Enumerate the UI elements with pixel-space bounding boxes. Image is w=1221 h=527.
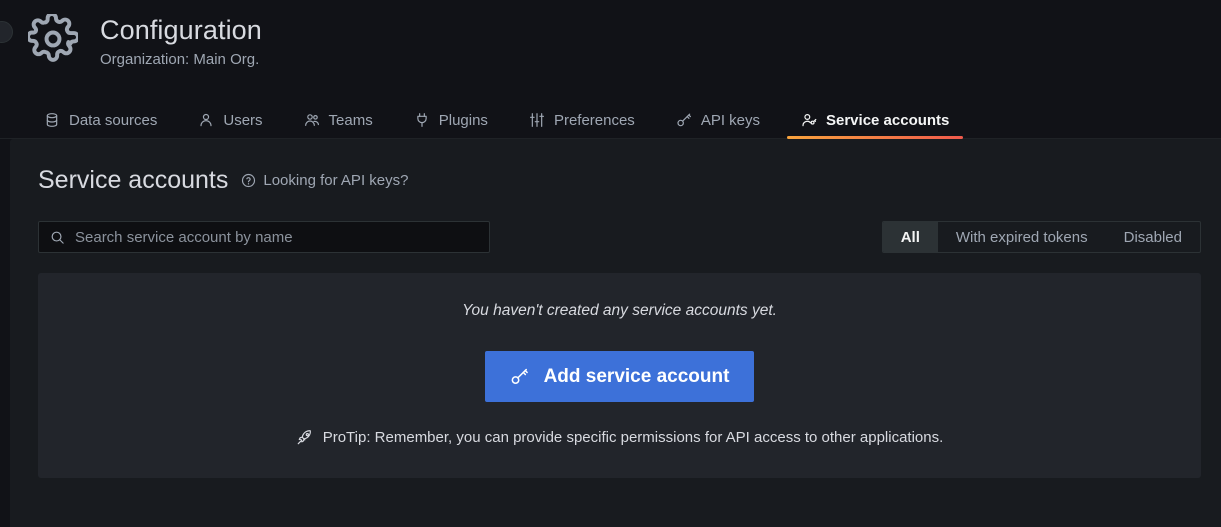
content-pane: Service accounts Looking for API keys?	[10, 139, 1221, 527]
gear-icon	[28, 14, 78, 64]
add-service-account-button[interactable]: Add service account	[485, 351, 755, 402]
question-circle-icon	[241, 173, 256, 188]
tab-plugins[interactable]: Plugins	[400, 102, 502, 138]
filter-with-expired-tokens[interactable]: With expired tokens	[938, 222, 1106, 252]
tab-users[interactable]: Users	[184, 102, 276, 138]
configuration-tab-bar: Data sources Users Teams	[0, 102, 1221, 139]
rocket-icon	[296, 429, 313, 446]
tab-preferences[interactable]: Preferences	[515, 102, 649, 138]
api-keys-link-label: Looking for API keys?	[263, 172, 408, 189]
tab-label: Plugins	[439, 112, 488, 129]
users-group-icon	[304, 112, 320, 128]
filter-disabled[interactable]: Disabled	[1106, 222, 1200, 252]
title-block: Configuration Organization: Main Org.	[100, 12, 262, 71]
section-header: Service accounts Looking for API keys?	[38, 165, 1211, 195]
looking-for-api-keys-link[interactable]: Looking for API keys?	[241, 172, 408, 189]
filter-all[interactable]: All	[883, 222, 938, 252]
empty-state-message: You haven't created any service accounts…	[462, 300, 777, 322]
tab-label: Service accounts	[826, 112, 949, 129]
page-title-service-accounts: Service accounts	[38, 165, 228, 195]
protip-text: ProTip: Remember, you can provide specif…	[323, 429, 944, 446]
tab-label: Users	[223, 112, 262, 129]
tab-api-keys[interactable]: API keys	[662, 102, 774, 138]
tab-data-sources[interactable]: Data sources	[40, 102, 171, 138]
tab-label: Preferences	[554, 112, 635, 129]
search-input[interactable]	[65, 222, 489, 252]
user-key-icon	[801, 112, 817, 128]
search-icon	[50, 230, 65, 245]
page-header: Configuration Organization: Main Org. Da…	[0, 0, 1221, 139]
user-icon	[198, 112, 214, 128]
search-service-account-box[interactable]	[38, 221, 490, 253]
key-icon	[676, 112, 692, 128]
tab-label: Teams	[329, 112, 373, 129]
page-title: Configuration	[100, 14, 262, 46]
key-icon	[510, 367, 529, 386]
protip-row: ProTip: Remember, you can provide specif…	[296, 429, 944, 446]
plug-icon	[414, 112, 430, 128]
tab-label: API keys	[701, 112, 760, 129]
add-service-account-label: Add service account	[544, 366, 730, 388]
database-icon	[44, 112, 60, 128]
sliders-icon	[529, 112, 545, 128]
toolbar: All With expired tokens Disabled	[38, 221, 1211, 253]
page-subtitle: Organization: Main Org.	[100, 49, 262, 71]
tab-teams[interactable]: Teams	[290, 102, 387, 138]
tab-service-accounts[interactable]: Service accounts	[787, 102, 963, 138]
empty-state-panel: You haven't created any service accounts…	[38, 273, 1201, 478]
account-filter-group: All With expired tokens Disabled	[882, 221, 1201, 253]
tab-label: Data sources	[69, 112, 157, 129]
header-title-row: Configuration Organization: Main Org.	[0, 0, 1221, 71]
